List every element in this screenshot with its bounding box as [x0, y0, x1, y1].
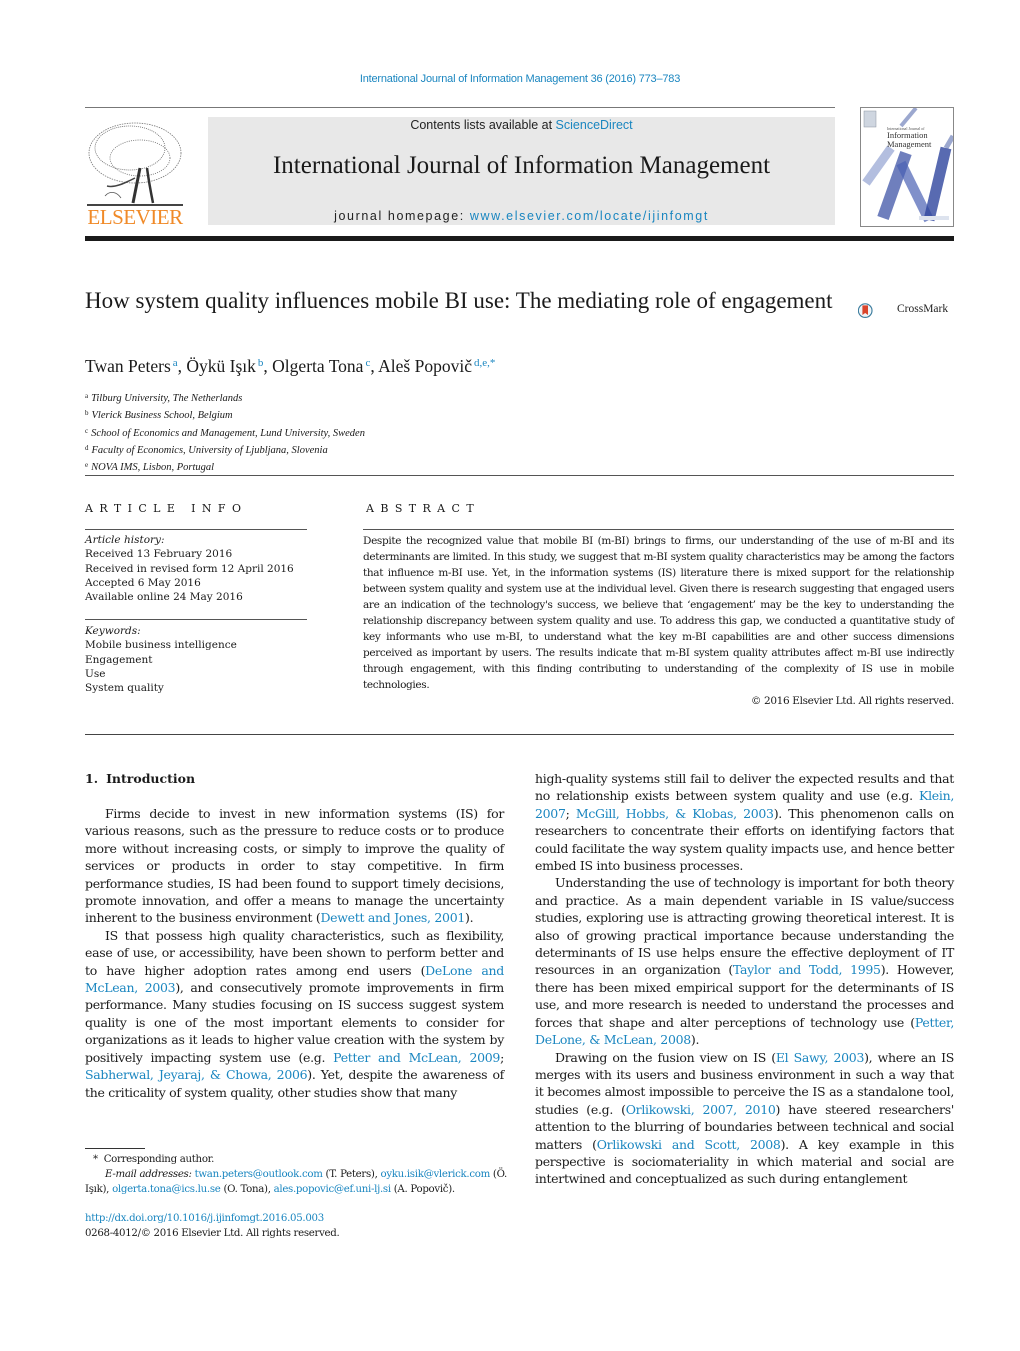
journal-title: International Journal of Information Man… [272, 152, 771, 179]
author: Aleš Popovič d,e,* [378, 356, 496, 376]
author: Twan Peters a [85, 356, 178, 376]
article-history: Article history: Received 13 February 20… [85, 533, 294, 604]
footnote-mark: * [93, 1154, 98, 1165]
author-affiliation-link[interactable]: d,e,* [474, 357, 495, 369]
homepage-prefix: journal homepage: [334, 209, 470, 223]
journal-cover-thumbnail[interactable]: International Journal of Information Man… [860, 107, 954, 227]
divider-rule [85, 529, 307, 530]
abstract-text: Despite the recognized value that mobile… [363, 535, 954, 691]
citation-link[interactable]: Sabherwal, Jeyaraj, & Chowa, 2006 [85, 1067, 308, 1082]
elsevier-wordmark: ELSEVIER [87, 205, 183, 229]
email-link[interactable]: olgerta.tona@ics.lu.se [112, 1184, 221, 1195]
issn-copyright: 0268-4012/© 2016 Elsevier Ltd. All right… [85, 1228, 340, 1239]
keywords-label: Keywords: [85, 625, 141, 637]
email-note: E-mail addresses: twan.peters@outlook.co… [85, 1169, 507, 1195]
sciencedirect-link[interactable]: ScienceDirect [556, 118, 633, 132]
body-paragraph: high-quality systems still fail to deliv… [535, 770, 954, 874]
citation-link[interactable]: Dewett and Jones, 2001 [320, 910, 465, 925]
citation-link[interactable]: Taylor and Todd, 1995 [733, 962, 881, 977]
citation-link[interactable]: Petter and McLean, 2009 [333, 1050, 500, 1065]
divider-rule [363, 529, 954, 530]
crossmark-label[interactable]: CrossMark [897, 303, 948, 315]
affiliation-item: c School of Economics and Management, Lun… [85, 426, 365, 439]
affiliation-item: d Faculty of Economics, University of Lju… [85, 443, 328, 456]
email-label: E-mail addresses: [105, 1169, 192, 1180]
email-link[interactable]: oyku.isik@vlerick.com [380, 1169, 490, 1180]
author: Olgerta Tona c [272, 356, 371, 376]
divider-rule [85, 619, 307, 620]
keyword-item: Mobile business intelligence [85, 639, 237, 652]
running-head-link[interactable]: International Journal of Information Man… [360, 73, 680, 85]
history-item: Accepted 6 May 2016 [85, 576, 201, 589]
affiliation-item: b Vlerick Business School, Belgium [85, 409, 233, 422]
running-head[interactable]: International Journal of Information Man… [0, 73, 1020, 85]
section-title: Introduction [106, 771, 196, 786]
journal-homepage-link[interactable]: www.elsevier.com/locate/ijinfomgt [470, 209, 709, 223]
keyword-item: System quality [85, 682, 164, 695]
citation-link[interactable]: El Sawy, 2003 [776, 1050, 865, 1065]
body-paragraph: Firms decide to invest in new informatio… [85, 805, 504, 927]
crossmark-icon[interactable] [858, 291, 898, 331]
history-item: Received in revised form 12 April 2016 [85, 562, 294, 575]
body-text: ). [690, 1032, 700, 1048]
history-item: Received 13 February 2016 [85, 548, 233, 561]
author-affiliation-link[interactable]: b [258, 357, 264, 369]
body-text: Firms decide to invest in new informatio… [85, 806, 504, 926]
article-title: How system quality influences mobile BI … [85, 288, 833, 313]
section-heading: 1. Introduction [85, 771, 195, 786]
body-paragraph: Understanding the use of technology is i… [535, 874, 954, 1048]
doi-link[interactable]: http://dx.doi.org/10.1016/j.ijinfomgt.20… [85, 1211, 339, 1226]
cover-title: Information Management [887, 131, 931, 149]
divider-rule [85, 734, 954, 735]
email-link[interactable]: twan.peters@outlook.com [195, 1169, 323, 1180]
body-text: high-quality systems still fail to deliv… [535, 771, 954, 804]
keywords: Keywords: Mobile business intelligence E… [85, 624, 237, 695]
section-number: 1. [85, 771, 99, 786]
author-affiliation-link[interactable]: a [173, 357, 178, 369]
contents-prefix: Contents lists available at [410, 118, 556, 132]
abstract-heading: ABSTRACT [366, 502, 481, 515]
email-link[interactable]: ales.popovic@ef.uni-lj.si [274, 1184, 391, 1195]
author: Öykü Işık b [186, 356, 264, 376]
affiliation-list: a Tilburg University, The Netherlands b Vl… [85, 389, 365, 475]
author-list: Twan Peters a, Öykü Işık b, Olgerta Tona c,… [85, 356, 496, 376]
footnote-rule [85, 1148, 145, 1149]
contents-line: Contents lists available at ScienceDirec… [208, 118, 835, 132]
body-text: ). [465, 910, 474, 926]
doi-block: http://dx.doi.org/10.1016/j.ijinfomgt.20… [85, 1211, 340, 1241]
homepage-line: journal homepage: www.elsevier.com/locat… [208, 209, 835, 223]
header-thick-rule [85, 236, 954, 241]
corresponding-author-note: * Corresponding author. [93, 1154, 215, 1165]
author-affiliation-link[interactable]: c [365, 357, 370, 369]
body-column-left: Firms decide to invest in new informatio… [85, 805, 504, 1101]
article-info-heading: ARTICLE INFO [85, 502, 248, 515]
body-text: ; [500, 1049, 504, 1065]
affiliation-item: e NOVA IMS, Lisbon, Portugal [85, 461, 215, 474]
keyword-item: Use [85, 667, 106, 680]
top-rule [85, 107, 835, 108]
body-paragraph: IS that possess high quality characteris… [85, 927, 504, 1101]
body-text: ; [565, 805, 576, 821]
body-text: Drawing on the fusion view on IS ( [555, 1049, 776, 1065]
citation-link[interactable]: Orlikowski and Scott, 2008 [597, 1137, 781, 1152]
affiliation-item: a Tilburg University, The Netherlands [85, 392, 243, 404]
body-paragraph: Drawing on the fusion view on IS (El Saw… [535, 1049, 954, 1188]
history-label: Article history: [85, 534, 165, 546]
history-item: Available online 24 May 2016 [85, 591, 243, 604]
divider-rule [85, 475, 954, 476]
body-column-right: high-quality systems still fail to deliv… [535, 770, 954, 1188]
citation-link[interactable]: Orlikowski, 2007, 2010 [626, 1102, 776, 1117]
keyword-item: Engagement [85, 653, 153, 666]
citation-link[interactable]: McGill, Hobbs, & Klobas, 2003 [576, 806, 774, 821]
cover-title-line2: Management [887, 139, 932, 149]
abstract-body: Despite the recognized value that mobile… [363, 533, 954, 709]
abstract-copyright: © 2016 Elsevier Ltd. All rights reserved… [750, 695, 954, 707]
footnotes: * Corresponding author. E-mail addresses… [85, 1152, 510, 1197]
